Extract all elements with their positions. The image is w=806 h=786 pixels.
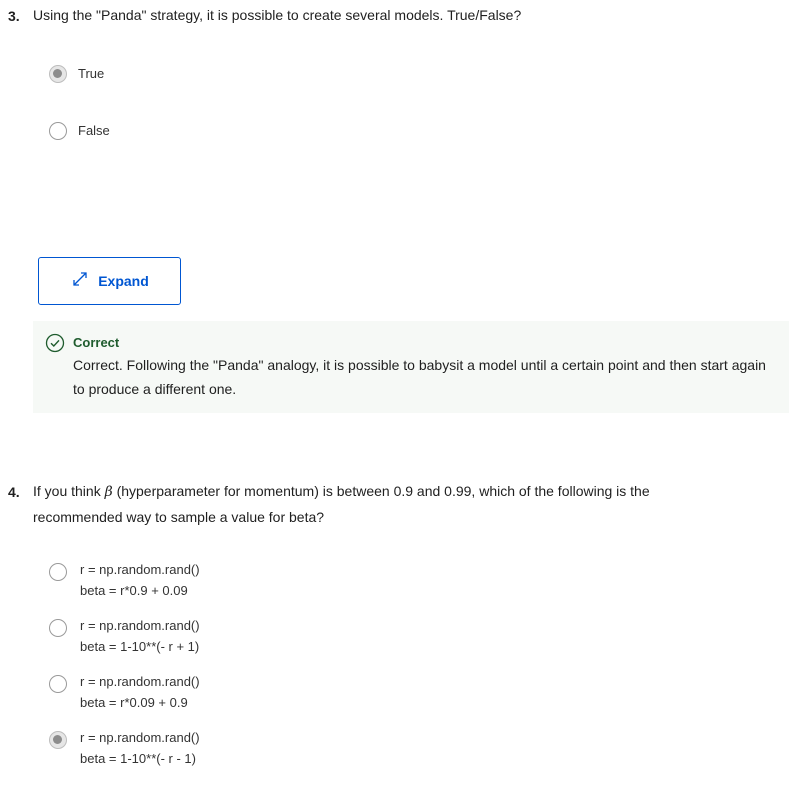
radio-option-2[interactable] [49, 619, 67, 637]
option-3-line-1: r = np.random.rand() [80, 674, 200, 689]
radio-true[interactable] [49, 65, 67, 83]
beta-symbol: β [104, 484, 113, 500]
option-4-line-1: r = np.random.rand() [80, 730, 200, 745]
question-4-number: 4. [8, 484, 20, 500]
option-3-line-2: beta = r*0.09 + 0.9 [80, 695, 188, 710]
radio-option-4[interactable] [49, 731, 67, 749]
option-2-line-1: r = np.random.rand() [80, 618, 200, 633]
radio-option-3[interactable] [49, 675, 67, 693]
radio-false[interactable] [49, 122, 67, 140]
expand-button-label: Expand [98, 273, 149, 289]
radio-option-1[interactable] [49, 563, 67, 581]
option-4-line-2: beta = 1-10**(- r - 1) [80, 751, 196, 766]
question-3-number: 3. [8, 8, 20, 24]
question-4-text-before: If you think [33, 483, 105, 499]
expand-arrows-icon [70, 269, 90, 294]
option-1-line-1: r = np.random.rand() [80, 562, 200, 577]
option-1-line-2: beta = r*0.9 + 0.09 [80, 583, 188, 598]
feedback-status: Correct [73, 335, 120, 350]
question-4-text: If you think β (hyperparameter for momen… [33, 479, 733, 530]
expand-button[interactable]: Expand [38, 257, 181, 305]
feedback-message: Correct. Following the "Panda" analogy, … [73, 357, 766, 397]
question-3-text: Using the "Panda" strategy, it is possib… [33, 7, 522, 23]
option-2-line-2: beta = 1-10**(- r + 1) [80, 639, 200, 654]
check-circle-icon [45, 333, 65, 358]
feedback-panel: Correct Correct. Following the "Panda" a… [33, 321, 789, 413]
option-label-false: False [78, 123, 110, 138]
question-4-text-after: (hyperparameter for momentum) is between… [33, 483, 650, 525]
option-label-true: True [78, 66, 105, 81]
